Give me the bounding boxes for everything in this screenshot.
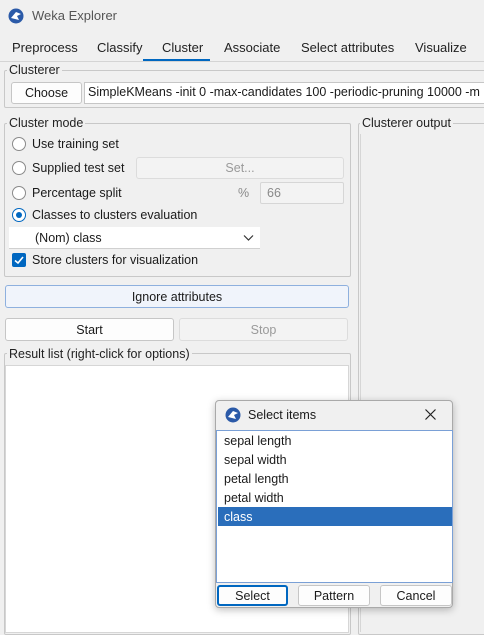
tab-bar: Preprocess Classify Cluster Associate Se… — [0, 32, 484, 62]
list-item-selected[interactable]: class — [218, 507, 452, 526]
percentage-split-input[interactable]: 66 — [260, 182, 344, 204]
list-item[interactable]: sepal width — [218, 450, 452, 469]
close-icon[interactable] — [424, 408, 437, 421]
classes-to-clusters-option[interactable]: Classes to clusters evaluation — [12, 205, 197, 225]
list-item[interactable]: petal length — [218, 469, 452, 488]
items-list[interactable]: sepal length sepal width petal length pe… — [216, 430, 453, 583]
select-button[interactable]: Select — [217, 585, 288, 606]
supplied-test-set-option[interactable]: Supplied test set — [12, 158, 124, 178]
classes-to-clusters-label: Classes to clusters evaluation — [32, 208, 198, 222]
chevron-down-icon — [243, 235, 254, 241]
list-item[interactable]: sepal length — [218, 431, 452, 450]
select-items-dialog: Select items sepal length sepal width pe… — [215, 400, 453, 608]
weka-bird-icon — [8, 8, 24, 24]
tab-cluster[interactable]: Cluster — [162, 40, 203, 55]
tab-associate[interactable]: Associate — [224, 40, 280, 55]
clusterer-config-field[interactable]: SimpleKMeans -init 0 -max-candidates 100… — [84, 82, 484, 104]
use-training-set-option[interactable]: Use training set — [12, 134, 119, 154]
class-attribute-value: (Nom) class — [35, 231, 102, 245]
store-clusters-checkbox[interactable] — [12, 253, 26, 267]
stop-button[interactable]: Stop — [179, 318, 348, 341]
set-test-set-button[interactable]: Set... — [136, 157, 344, 179]
clusterer-legend: Clusterer — [7, 63, 62, 77]
ignore-attributes-button[interactable]: Ignore attributes — [5, 285, 349, 308]
cancel-button[interactable]: Cancel — [380, 585, 452, 606]
percentage-split-radio[interactable] — [12, 186, 26, 200]
supplied-test-set-radio[interactable] — [12, 161, 26, 175]
result-list-legend: Result list (right-click for options) — [7, 347, 192, 361]
percentage-split-label: Percentage split — [32, 186, 122, 200]
supplied-test-set-label: Supplied test set — [32, 161, 125, 175]
tab-visualize[interactable]: Visualize — [415, 40, 467, 55]
store-clusters-label: Store clusters for visualization — [32, 253, 199, 267]
tab-classify[interactable]: Classify — [97, 40, 143, 55]
tab-preprocess[interactable]: Preprocess — [12, 40, 78, 55]
pattern-button[interactable]: Pattern — [298, 585, 370, 606]
class-attribute-select[interactable]: (Nom) class — [9, 227, 260, 249]
weka-bird-icon — [225, 407, 241, 423]
store-clusters-option[interactable]: Store clusters for visualization — [12, 251, 198, 269]
active-tab-indicator — [143, 59, 210, 61]
start-button[interactable]: Start — [5, 318, 174, 341]
classes-to-clusters-radio[interactable] — [12, 208, 26, 222]
dialog-title: Select items — [248, 408, 317, 422]
tab-select-attributes[interactable]: Select attributes — [301, 40, 394, 55]
title-bar: Weka Explorer — [0, 0, 484, 32]
checkbox-check-icon — [14, 256, 24, 265]
percent-symbol: % — [238, 186, 250, 200]
cluster-mode-legend: Cluster mode — [7, 116, 86, 130]
clusterer-output-legend: Clusterer output — [360, 116, 453, 130]
percentage-split-option[interactable]: Percentage split — [12, 183, 122, 203]
use-training-set-label: Use training set — [32, 137, 119, 151]
window-title: Weka Explorer — [32, 8, 118, 23]
use-training-set-radio[interactable] — [12, 137, 26, 151]
choose-button[interactable]: Choose — [11, 82, 82, 104]
list-item[interactable]: petal width — [218, 488, 452, 507]
